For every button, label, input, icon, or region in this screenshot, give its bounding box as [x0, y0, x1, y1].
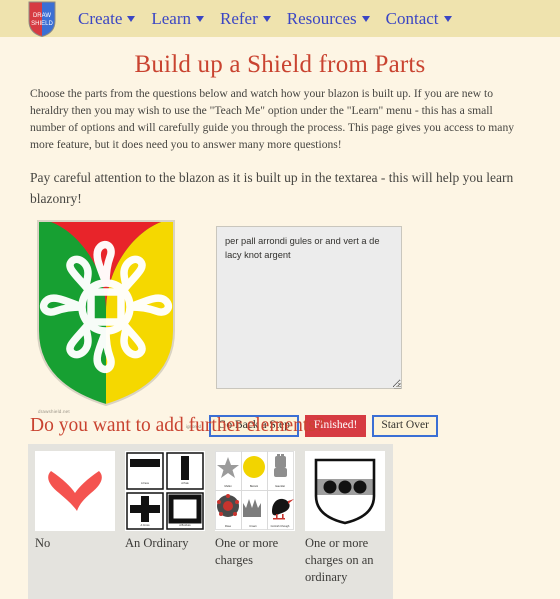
intro-paragraph: Choose the parts from the questions belo… — [30, 87, 515, 151]
chevron-down-icon — [262, 15, 271, 22]
nav-item-label: Refer — [220, 8, 258, 28]
nav-item-learn[interactable]: Learn — [151, 9, 204, 29]
logo-line-1: DRAW — [33, 13, 51, 19]
option-label: One or more charges — [215, 536, 279, 567]
nav-item-contact[interactable]: Contact — [386, 9, 452, 29]
cell-caption: Cornish Chough — [271, 524, 290, 528]
shield-fess-roundels-icon — [305, 451, 385, 531]
chevron-down-icon — [443, 15, 452, 22]
nav-item-label: Contact — [385, 8, 439, 28]
top-navigation-bar: DRAW SHIELD Create Learn Refer Resources… — [0, 0, 560, 37]
option-label: One or more charges on an ordinary — [305, 536, 374, 584]
blazon-hint-paragraph: Pay careful attention to the blazon as i… — [30, 170, 514, 206]
cell-caption: A Bordure — [179, 523, 191, 527]
question-heading: Do you want to add further elements? — [30, 415, 325, 436]
option-no[interactable]: No — [35, 451, 115, 552]
chevron-down-icon — [361, 15, 370, 22]
cell-caption: Bezant — [250, 484, 258, 488]
textarea-resize-handle[interactable] — [392, 380, 401, 389]
drawshield-logo[interactable]: DRAW SHIELD — [28, 1, 56, 37]
page-content: Choose the parts from the questions belo… — [0, 85, 560, 209]
cell-caption: Crown — [249, 524, 257, 528]
nav-item-resources[interactable]: Resources — [287, 9, 370, 29]
option-charges-on-an-ordinary[interactable]: One or more charges on an ordinary — [305, 451, 385, 586]
chevron-down-icon — [196, 15, 204, 22]
option-label: No — [35, 536, 51, 550]
nav-item-label: Resources — [286, 8, 357, 28]
nav-item-create[interactable]: Create — [78, 8, 136, 29]
page-title: Build up a Shield from Parts — [134, 51, 426, 78]
ordinary-grid-icon: A Fess A Pale A Cross A Bordure — [125, 451, 205, 531]
cell-caption: Rose — [225, 524, 232, 528]
charges-grid-icon: Mullet Bezant Gauntlet Rose Crown Cornis… — [215, 451, 295, 531]
nav-menu: Create Learn Refer Resources Contact — [78, 9, 452, 29]
option-an-ordinary[interactable]: A Fess A Pale A Cross A Bordure An Ordin… — [125, 451, 205, 552]
chevron-down-icon — [127, 15, 136, 22]
option-label: An Ordinary — [125, 536, 189, 550]
red-cross-x-icon — [35, 451, 115, 531]
nav-item-refer[interactable]: Refer — [220, 9, 271, 29]
question-options-panel: No A Fess A Pale A Cross A Bordure An Or… — [28, 444, 393, 599]
shield-preview — [36, 219, 176, 407]
nav-item-label: Create — [78, 8, 123, 28]
start-over-button[interactable]: Start Over — [372, 415, 438, 437]
option-one-or-more-charges[interactable]: Mullet Bezant Gauntlet Rose Crown Cornis… — [215, 451, 295, 569]
shield-builder-area: drawshield.net per pall arrondi gules or… — [0, 219, 560, 437]
nav-item-label: Learn — [151, 8, 191, 28]
shield-watermark: drawshield.net — [38, 409, 70, 414]
cell-caption: A Pale — [181, 481, 189, 485]
cell-caption: A Fess — [141, 481, 150, 485]
cell-caption: Mullet — [225, 484, 232, 488]
cell-caption: A Cross — [140, 523, 150, 527]
logo-line-2: SHIELD — [31, 21, 53, 27]
blazon-textarea[interactable]: per pall arrondi gules or and vert a de … — [216, 226, 402, 389]
options-row: No A Fess A Pale A Cross A Bordure An Or… — [35, 451, 393, 586]
cell-caption: Gauntlet — [275, 484, 285, 488]
